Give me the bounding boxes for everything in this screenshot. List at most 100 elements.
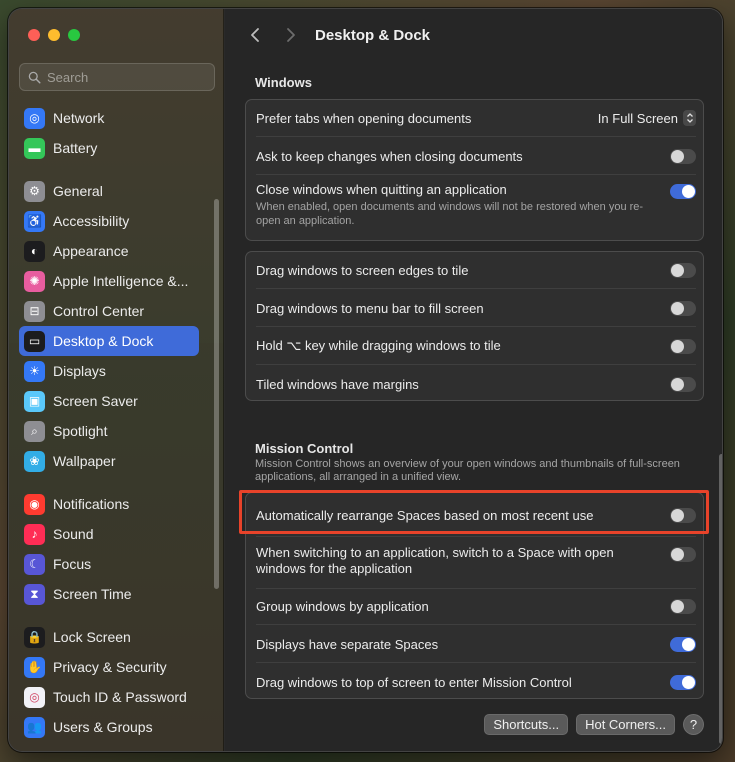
page-title: Desktop & Dock: [315, 26, 431, 44]
sidebar-item-focus[interactable]: ☾ Focus: [19, 549, 199, 579]
privacy-hand-icon: ✋: [24, 656, 45, 678]
help-button[interactable]: ?: [683, 714, 704, 735]
back-button[interactable]: [241, 21, 269, 49]
sidebar-item-control-center[interactable]: ⊟ Control Center: [19, 296, 199, 326]
ask-keep-changes-toggle[interactable]: [670, 148, 696, 164]
mission-control-row: Group windows by application: [256, 596, 696, 616]
sidebar-item-sound[interactable]: ♪ Sound: [19, 519, 199, 549]
sidebar-item-notifications[interactable]: ◉ Notifications: [19, 489, 199, 519]
toolbar: Desktop & Dock: [225, 9, 722, 61]
accessibility-icon: ♿: [24, 210, 45, 232]
main-scrollbar[interactable]: [719, 454, 722, 744]
divider: [256, 536, 696, 537]
desktop-dock-icon: ▭: [24, 330, 45, 352]
users-icon: 👥: [24, 716, 45, 738]
fingerprint-icon: ◎: [24, 686, 45, 708]
spotlight-icon: ⌕: [24, 420, 45, 442]
search-field[interactable]: [19, 63, 215, 91]
prefer-tabs-value: In Full Screen: [597, 110, 678, 126]
sidebar-item-label: Apple Intelligence &...: [53, 273, 189, 289]
sidebar-item-apple-intelligence[interactable]: ✺ Apple Intelligence &...: [19, 266, 199, 296]
sidebar-item-label: Spotlight: [53, 423, 108, 439]
apple-intelligence-icon: ✺: [24, 270, 45, 292]
displays-icon: ☀: [24, 360, 45, 382]
sidebar-item-label: Touch ID & Password: [53, 689, 187, 705]
sidebar-item-label: Wallpaper: [53, 453, 116, 469]
section-title-mission-control: Mission Control: [255, 441, 354, 456]
mission-control-row: Drag windows to top of screen to enter M…: [256, 672, 696, 692]
sidebar-item-desktop-dock[interactable]: ▭ Desktop & Dock: [19, 326, 199, 356]
sidebar-item-lock[interactable]: 🔒 Lock Screen: [19, 622, 199, 652]
sidebar-item-label: Appearance: [53, 243, 129, 259]
tiling-row: Hold ⌥ key while dragging windows to til…: [256, 336, 696, 356]
sidebar-item-screen-time[interactable]: ⧗ Screen Time: [19, 579, 199, 609]
zoom-button[interactable]: [68, 29, 80, 41]
sidebar-item-fingerprint[interactable]: ◎ Touch ID & Password: [19, 682, 199, 712]
sidebar-item-screen-saver[interactable]: ▣ Screen Saver: [19, 386, 199, 416]
appearance-icon: ◐: [24, 240, 45, 262]
tiling-toggle[interactable]: [670, 376, 696, 392]
focus-icon: ☾: [24, 553, 45, 575]
sidebar-item-users[interactable]: 👥 Users & Groups: [19, 712, 199, 742]
sidebar-item-label: Lock Screen: [53, 629, 131, 645]
mission-control-label: Drag windows to top of screen to enter M…: [256, 674, 572, 690]
divider: [256, 364, 696, 365]
sidebar-item-label: Network: [53, 110, 105, 126]
mission-control-toggle[interactable]: [670, 674, 696, 690]
screen-time-icon: ⧗: [24, 583, 45, 605]
shortcuts-button[interactable]: Shortcuts...: [484, 714, 569, 735]
settings-window: ◎ Network ▬ Battery ⚙ General ♿ Accessibility ◐ A…: [8, 8, 723, 752]
search-icon: [28, 71, 41, 84]
highlight-box: [239, 490, 709, 534]
mission-control-toggle[interactable]: [670, 547, 696, 562]
chevron-right-icon: [287, 28, 295, 42]
main-pane: Desktop & Dock Windows Prefer tabs when …: [225, 9, 722, 751]
mission-control-toggle[interactable]: [670, 636, 696, 652]
sidebar-item-spotlight[interactable]: ⌕ Spotlight: [19, 416, 199, 446]
tiling-toggle[interactable]: [670, 300, 696, 316]
close-windows-description: When enabled, open documents and windows…: [256, 201, 644, 227]
sidebar-item-label: Displays: [53, 363, 106, 379]
tiling-toggle[interactable]: [670, 262, 696, 278]
sidebar-item-label: Focus: [53, 556, 92, 572]
search-input[interactable]: [47, 69, 197, 85]
close-windows-label: Close windows when quitting an applicati…: [256, 182, 507, 197]
hot-corners-button[interactable]: Hot Corners...: [576, 714, 675, 735]
mission-control-label: Group windows by application: [256, 598, 429, 614]
tiling-label: Drag windows to screen edges to tile: [256, 262, 469, 278]
close-windows-toggle[interactable]: [670, 184, 696, 199]
forward-button[interactable]: [277, 21, 305, 49]
ask-keep-changes-row: Ask to keep changes when closing documen…: [256, 146, 696, 166]
sidebar-item-label: Battery: [53, 140, 98, 156]
minimize-button[interactable]: [48, 29, 60, 41]
divider: [256, 326, 696, 327]
window-controls: [28, 29, 80, 41]
sidebar-item-gear[interactable]: ⚙ General: [19, 176, 199, 206]
tiling-toggle[interactable]: [670, 338, 696, 354]
prefer-tabs-popup[interactable]: In Full Screen: [598, 110, 696, 126]
sidebar-item-label: Users & Groups: [53, 719, 153, 735]
chevron-updown-icon: [683, 110, 696, 126]
sidebar-item-privacy-hand[interactable]: ✋ Privacy & Security: [19, 652, 199, 682]
wallpaper-icon: ❀: [24, 450, 45, 472]
mission-control-toggle[interactable]: [670, 598, 696, 614]
lock-icon: 🔒: [24, 626, 45, 648]
section-title-windows: Windows: [255, 75, 312, 90]
sidebar-item-network[interactable]: ◎ Network: [19, 103, 199, 133]
sidebar-scrollbar[interactable]: [214, 199, 219, 589]
control-center-icon: ⊟: [24, 300, 45, 322]
sidebar-item-battery[interactable]: ▬ Battery: [19, 133, 199, 163]
sidebar-item-label: Accessibility: [53, 213, 130, 229]
mission-control-row: Displays have separate Spaces: [256, 634, 696, 654]
sidebar-item-label: Privacy & Security: [53, 659, 167, 675]
bottom-buttons: Shortcuts... Hot Corners... ?: [484, 714, 704, 735]
sidebar-item-displays[interactable]: ☀ Displays: [19, 356, 199, 386]
sidebar-item-appearance[interactable]: ◐ Appearance: [19, 236, 199, 266]
sidebar-item-accessibility[interactable]: ♿ Accessibility: [19, 206, 199, 236]
mission-control-description: Mission Control shows an overview of you…: [255, 458, 680, 483]
close-button[interactable]: [28, 29, 40, 41]
sidebar-item-label: Screen Time: [53, 586, 132, 602]
sidebar-item-label: Sound: [53, 526, 94, 542]
sidebar-item-wallpaper[interactable]: ❀ Wallpaper: [19, 446, 199, 476]
tiling-label: Drag windows to menu bar to fill screen: [256, 300, 484, 316]
